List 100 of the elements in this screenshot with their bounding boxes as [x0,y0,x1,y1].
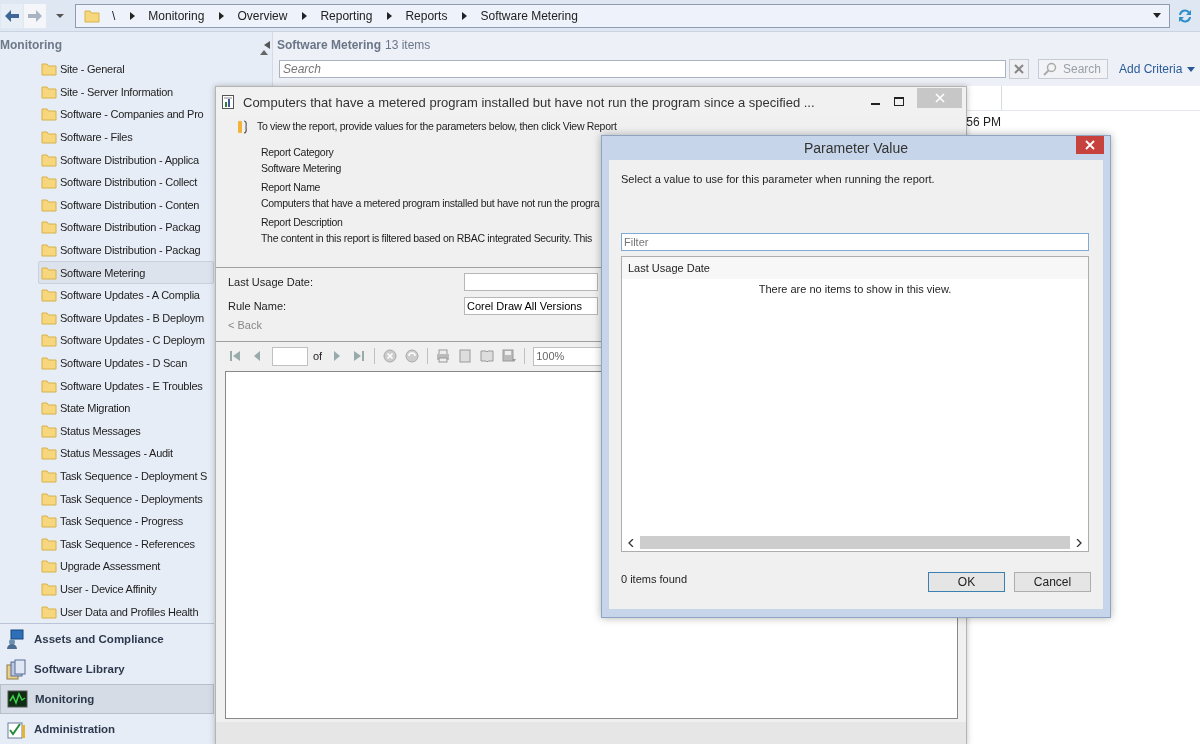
address-bar[interactable]: \ Monitoring Overview Reporting Reports Software Metering [75,3,1170,28]
instruction-text: To view the report, provide values for the parameters below, then click View Report [257,120,617,133]
breadcrumb-item[interactable]: Overview [237,8,288,23]
tree-item[interactable]: Software Updates - B Deploym [38,306,214,330]
column-header[interactable]: Last Usage Date [622,262,710,274]
folder-icon [41,310,57,325]
tree-item[interactable]: User Data and Profiles Health [38,600,214,623]
tree-item[interactable]: Software Distribution - Conten [38,193,214,217]
breadcrumb-item[interactable]: Reporting [320,8,373,23]
empty-message: There are no items to show in this view. [757,282,953,297]
tree-item[interactable]: Software - Companies and Pro [38,103,214,126]
tree-item[interactable]: Software Distribution - Packag [38,238,214,262]
scrollbar-thumb[interactable] [640,536,1070,549]
caret-down-icon [1187,66,1196,72]
folder-icon [41,536,57,551]
chevron-right-icon [301,11,308,20]
workspace-button[interactable]: Assets and Compliance [0,624,214,654]
tree-item[interactable]: Software Distribution - Applica [38,148,214,171]
field-value: Computers that have a metered program installed but have not run the progra [261,196,600,211]
tree-item[interactable]: Status Messages - Audit [38,442,214,465]
page-field[interactable] [272,346,308,366]
caret-down-icon[interactable] [1153,13,1161,18]
chevron-right-icon [218,11,225,20]
folder-icon [41,378,57,393]
folder-icon [41,152,57,167]
folder-icon [41,62,57,77]
close-icon [1085,140,1095,150]
page-count-label: of [313,350,323,362]
collapse-icon[interactable] [264,41,270,49]
last-page-icon[interactable] [352,349,367,363]
folder-icon [41,333,57,348]
search-field[interactable]: Search [279,60,1006,78]
scroll-up-icon[interactable] [260,49,268,55]
add-criteria-link[interactable]: Add Criteria [1119,62,1196,76]
clear-button[interactable] [1009,59,1029,79]
save-icon[interactable] [502,349,517,363]
tree-item[interactable]: Task Sequence - Deployments [38,487,214,510]
pane-title: Monitoring [0,38,62,52]
window-title: Computers that have a metered program installed but have not run the program since a specified ... [243,94,816,110]
folder-icon [41,265,57,280]
workspace-button[interactable]: Software Library [0,654,214,684]
tree-item[interactable]: State Migration [38,396,214,420]
breadcrumb-item[interactable]: Monitoring [148,8,205,23]
search-icon [1043,62,1057,76]
folder-icon [41,401,57,416]
tree-item[interactable]: User - Device Affinity [38,577,214,601]
scroll-left-icon [628,538,634,547]
scroll-right-icon [1076,538,1082,547]
parameter-field[interactable]: Corel Draw All Versions [464,297,598,315]
breadcrumb-item[interactable]: Software Metering [480,8,578,23]
cancel-button[interactable]: Cancel [1014,572,1091,592]
tree-item[interactable]: Software Metering [38,261,214,284]
page-layout-icon[interactable] [458,349,473,363]
caret-down-icon[interactable] [55,12,65,19]
workspace-button[interactable]: Monitoring [0,684,214,714]
printer-icon[interactable] [436,349,451,363]
tree-item[interactable]: Site - Server Information [38,80,214,104]
tree-item[interactable]: Software Distribution - Collect [38,170,214,194]
prompt-text: Select a value to use for this parameter when running the report. [621,173,936,187]
folder-icon [41,581,57,596]
tree-item[interactable]: Task Sequence - Progress [38,509,214,533]
ok-button[interactable]: OK [928,572,1005,592]
table-cell: 56 PM [966,115,1001,129]
tree-item[interactable]: Software Updates - C Deploym [38,329,214,352]
tree-item[interactable]: Site - General [38,58,214,81]
stop-icon[interactable] [383,349,398,363]
tree-item[interactable]: Software Updates - E Troubles [38,374,214,397]
workspace-button[interactable]: Administration [0,714,214,744]
zoom-field[interactable]: 100% [533,346,604,366]
tree-item[interactable]: Upgrade Assessment [38,555,214,578]
folder-icon [41,423,57,438]
tree-item[interactable]: Task Sequence - References [38,532,214,556]
folder-icon [41,288,57,303]
close-icon [1014,64,1024,74]
breadcrumb-item[interactable]: Reports [405,8,448,23]
parameter-field[interactable] [464,273,598,291]
breadcrumb-item[interactable]: \ [112,8,116,23]
folder-icon [41,220,57,235]
maximize-icon[interactable] [894,97,904,107]
parameter-label: Last Usage Date: [228,276,314,288]
first-page-icon[interactable] [228,349,242,363]
close-button[interactable] [1076,136,1104,154]
field-label: Report Description [261,215,343,230]
tree-item[interactable]: Software Distribution - Packag [38,216,214,239]
folder-icon [41,469,57,483]
back-button[interactable] [1,3,23,28]
field-value: The content in this report is filtered based on RBAC integrated Security. This [261,231,593,246]
books-icon [6,658,27,680]
folder-icon [41,84,57,99]
tree-item[interactable]: Status Messages [38,419,214,443]
folder-icon [41,130,57,145]
close-icon [934,93,945,103]
tree-item[interactable]: Task Sequence - Deployment S [38,464,214,488]
dialog-title: Parameter Value [804,140,908,156]
tree-item[interactable]: Software Updates - A Complia [38,283,214,307]
tree-item[interactable]: Software Updates - D Scan [38,351,214,375]
tree-item[interactable]: Software - Files [38,125,214,149]
filter-field[interactable]: Filter [621,233,1089,251]
folder-icon [41,491,57,506]
folder-icon [41,175,57,190]
